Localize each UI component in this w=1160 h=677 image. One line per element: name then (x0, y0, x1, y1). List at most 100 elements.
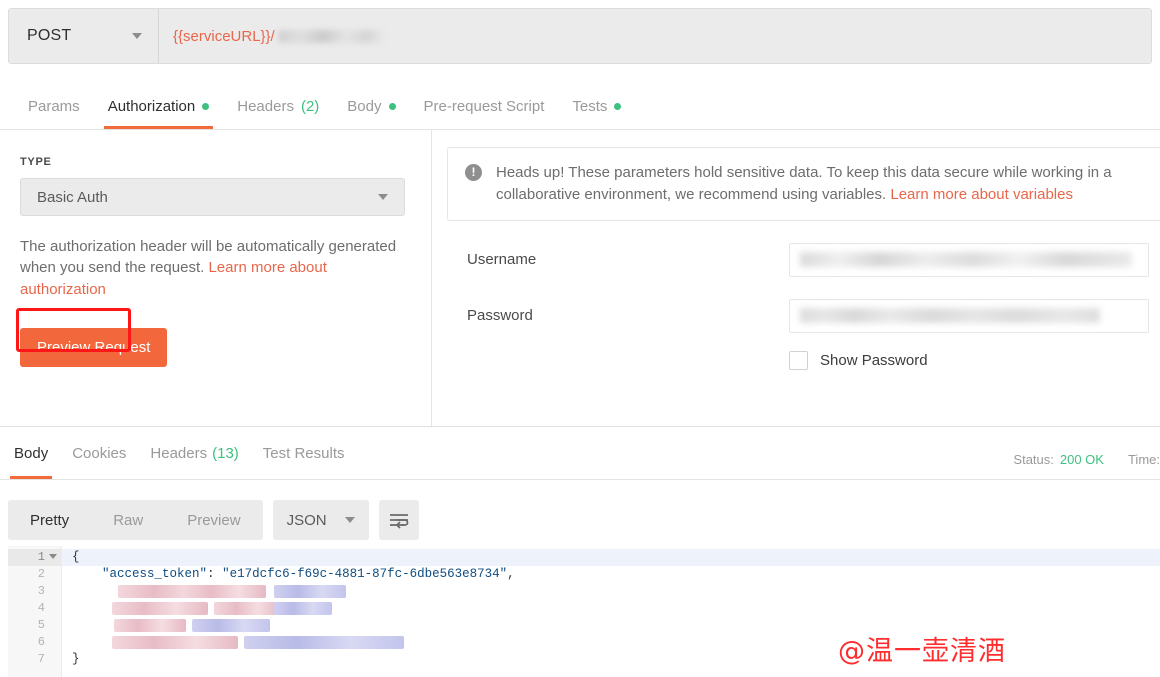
response-tab-cookies-label: Cookies (72, 445, 127, 462)
status-label: Status: (1013, 452, 1054, 467)
redacted-key-blur (114, 619, 186, 632)
fold-arrow-icon[interactable] (49, 554, 57, 559)
redacted-key-blur (214, 602, 280, 615)
show-password-checkbox[interactable] (789, 350, 808, 370)
response-format-value: JSON (286, 511, 327, 529)
status-badge: 200 OK (1059, 452, 1104, 467)
auth-description: The authorization header will be automat… (20, 236, 412, 300)
response-meta: Status: 200 OK Time: (1013, 452, 1160, 467)
learn-more-variables-link[interactable]: Learn more about variables (890, 186, 1073, 203)
username-label: Username (467, 251, 537, 268)
authorization-right-column: ! Heads up! These parameters hold sensit… (433, 130, 1160, 426)
code-line-7-text: } (72, 652, 80, 666)
show-password-row: Show Password (447, 350, 1160, 370)
tab-authorization-label: Authorization (107, 98, 196, 115)
time-label: Time: (1127, 452, 1160, 467)
response-tab-body[interactable]: Body (2, 428, 60, 479)
redacted-value-blur (274, 602, 332, 615)
code-line-3-redacted (62, 583, 1160, 600)
line-number: 7 (37, 652, 45, 666)
tab-pre-request-script[interactable]: Pre-request Script (410, 84, 559, 129)
username-row: Username (447, 242, 1160, 277)
view-preview-button[interactable]: Preview (165, 500, 262, 540)
editor-code-area[interactable]: { "access_token": "e17dcfc6-f69c-4881-87… (62, 546, 1160, 677)
auth-type-select[interactable]: Basic Auth (20, 178, 405, 216)
status-dot-icon (388, 103, 396, 110)
response-tab-test-results[interactable]: Test Results (251, 428, 357, 479)
tab-authorization[interactable]: Authorization (94, 84, 224, 129)
request-url-input[interactable]: {{serviceURL}}/ (159, 9, 1151, 63)
response-tab-body-label: Body (14, 445, 49, 462)
line-number: 2 (37, 567, 45, 581)
redacted-key-blur (112, 602, 208, 615)
view-pretty-button[interactable]: Pretty (8, 500, 91, 540)
response-view-toolbar: Pretty Raw Preview JSON (0, 482, 1160, 546)
username-input[interactable] (789, 242, 1149, 277)
url-bar-container: POST {{serviceURL}}/ (0, 8, 1160, 64)
code-line-6-redacted (62, 634, 1160, 651)
response-tab-headers[interactable]: Headers (13) (138, 428, 250, 479)
exclamation-circle-icon: ! (465, 164, 482, 181)
preview-request-button[interactable]: Preview Request (20, 327, 168, 367)
password-redacted-blur (800, 308, 1100, 323)
password-input[interactable] (789, 298, 1149, 333)
authorization-left-column: TYPE Basic Auth The authorization header… (0, 130, 432, 426)
tab-body-label: Body (347, 98, 382, 115)
line-number: 5 (37, 618, 45, 632)
tab-headers-count: (2) (300, 98, 320, 115)
url-redacted-blur (277, 29, 386, 43)
view-raw-button[interactable]: Raw (91, 500, 165, 540)
tab-params-label: Params (28, 98, 80, 115)
chevron-down-icon (132, 33, 142, 39)
password-row: Password (447, 298, 1160, 333)
response-tab-cookies[interactable]: Cookies (60, 428, 138, 479)
url-bar: POST {{serviceURL}}/ (8, 8, 1152, 64)
status-dot-icon (202, 103, 210, 110)
show-password-label: Show Password (820, 351, 928, 369)
tab-headers-label: Headers (237, 98, 294, 115)
status-dot-icon (614, 103, 622, 110)
redacted-value-blur (192, 619, 270, 632)
json-key-access-token: "access_token" (102, 567, 208, 581)
json-value-access-token: "e17dcfc6-f69c-4881-87fc-6dbe563e8734" (222, 567, 508, 581)
line-number: 6 (37, 635, 45, 649)
json-colon: : (207, 567, 223, 581)
postman-request-response-view: POST {{serviceURL}}/ Params Authorizatio… (0, 0, 1160, 677)
auth-type-value: Basic Auth (37, 188, 108, 206)
line-number: 4 (37, 601, 45, 615)
word-wrap-button[interactable] (378, 500, 419, 540)
response-tab-headers-count: (13) (212, 445, 239, 462)
request-tab-bar: Params Authorization Headers (2) Body Pr… (0, 84, 1160, 130)
tab-headers[interactable]: Headers (2) (223, 84, 333, 129)
word-wrap-icon (389, 514, 408, 529)
tab-body[interactable]: Body (333, 84, 409, 129)
tab-pre-request-script-label: Pre-request Script (423, 98, 545, 115)
chevron-down-icon (344, 517, 355, 523)
response-format-select[interactable]: JSON (272, 500, 369, 540)
chevron-down-icon (378, 194, 388, 200)
json-comma: , (507, 567, 515, 581)
code-line-2: "access_token": "e17dcfc6-f69c-4881-87fc… (62, 566, 1160, 583)
code-line-4-redacted (62, 600, 1160, 617)
tab-params[interactable]: Params (14, 84, 94, 129)
http-method-select[interactable]: POST (9, 9, 159, 63)
username-redacted-blur (800, 252, 1132, 267)
tab-tests[interactable]: Tests (558, 84, 635, 129)
http-method-label: POST (27, 27, 72, 44)
code-line-7: } (62, 651, 1160, 668)
tab-tests-label: Tests (572, 98, 608, 115)
redacted-key-blur (184, 585, 266, 598)
response-tab-headers-label: Headers (150, 445, 208, 462)
code-line-1: { (62, 549, 1160, 566)
response-body-editor[interactable]: 1 2 3 4 5 6 7 { "access_token": "e17dcfc… (8, 546, 1160, 677)
line-number: 1 (8, 549, 61, 566)
authorization-pane: TYPE Basic Auth The authorization header… (0, 130, 1160, 427)
sensitive-data-notice: ! Heads up! These parameters hold sensit… (447, 147, 1160, 221)
password-label: Password (467, 307, 533, 324)
line-number-text: 1 (37, 550, 45, 564)
editor-gutter: 1 2 3 4 5 6 7 (8, 546, 62, 677)
url-variable-token: {{serviceURL}}/ (173, 27, 275, 45)
code-line-5-redacted (62, 617, 1160, 634)
response-view-segmented-control: Pretty Raw Preview (8, 500, 263, 540)
auth-type-label: TYPE (20, 156, 52, 168)
